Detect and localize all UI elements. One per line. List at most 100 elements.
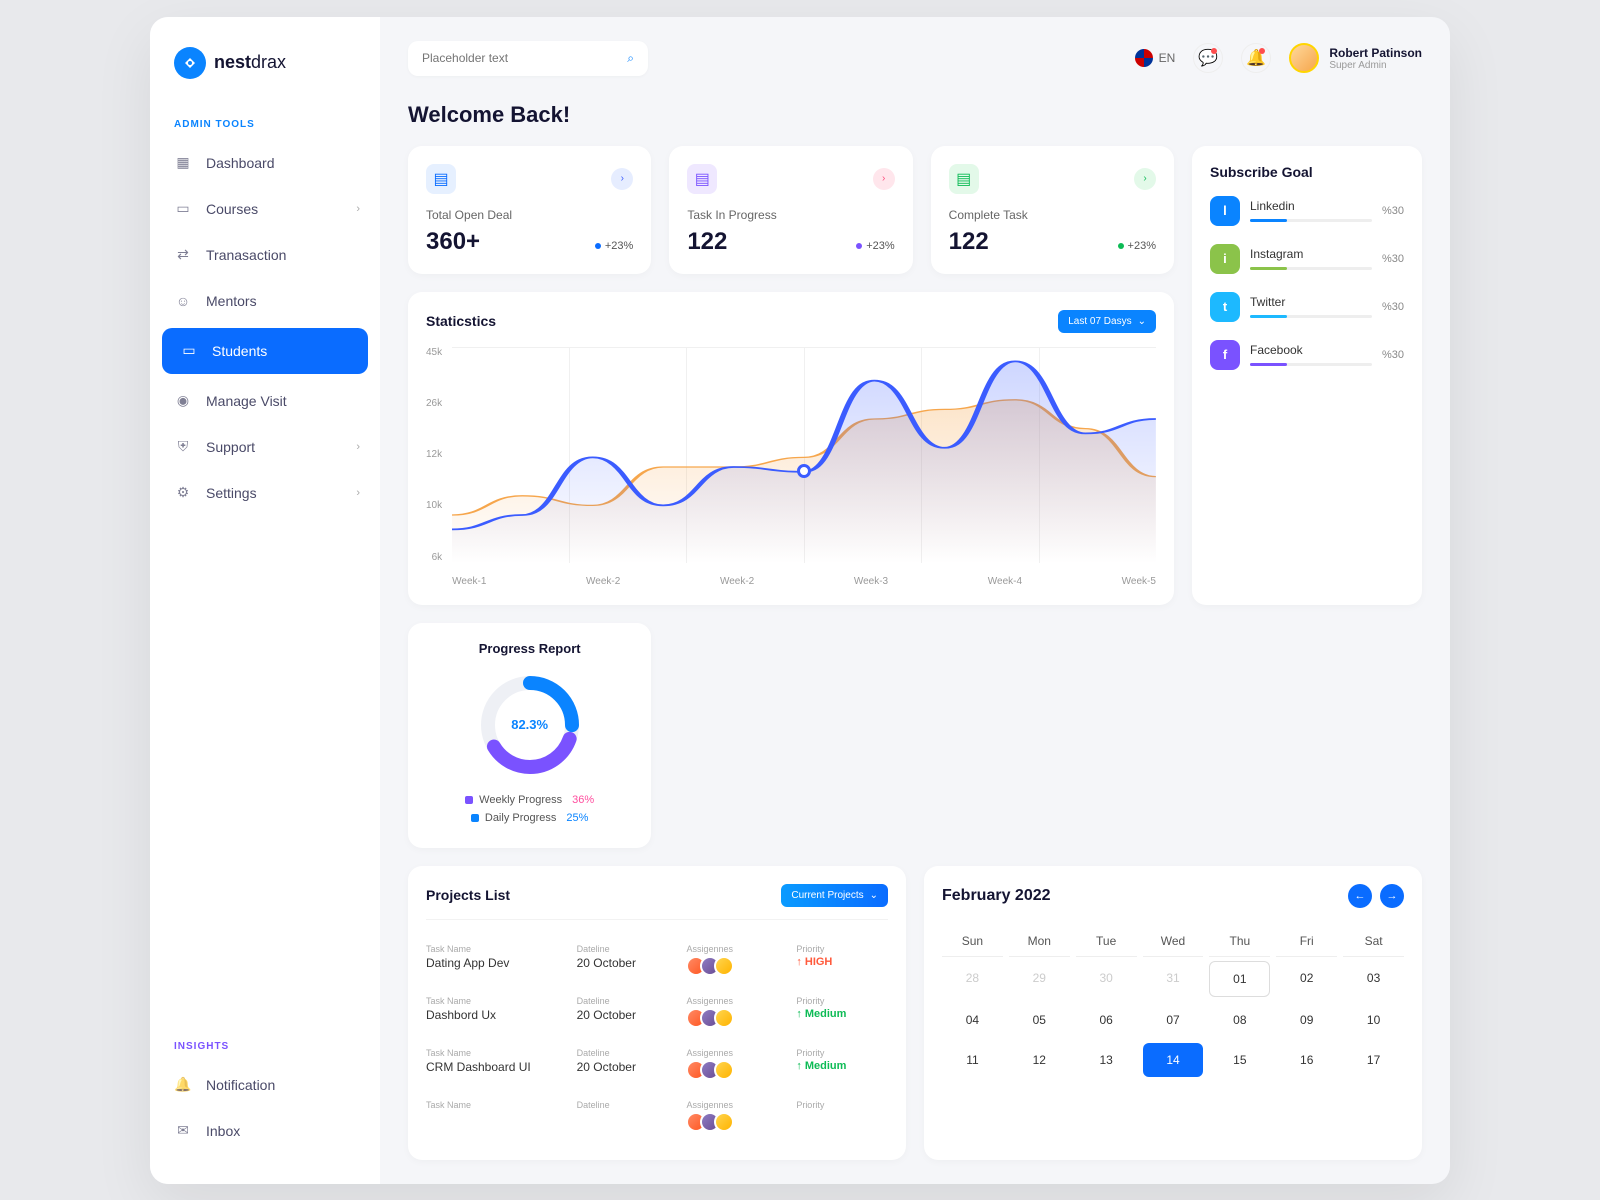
stat-label: Task In Progress: [687, 208, 894, 222]
calendar-next-button[interactable]: →: [1380, 884, 1404, 908]
subscribe-name: Instagram: [1250, 247, 1372, 261]
calendar-prev-button[interactable]: ←: [1348, 884, 1372, 908]
calendar-day[interactable]: 31: [1143, 961, 1204, 997]
nav-icon: 🔔: [174, 1076, 192, 1094]
stat-arrow-button[interactable]: ›: [873, 168, 895, 190]
projects-filter-dropdown[interactable]: Current Projects ⌄: [781, 884, 888, 907]
sidebar-item-notification[interactable]: 🔔 Notification: [150, 1062, 380, 1108]
sidebar-item-students[interactable]: ▭Students: [162, 328, 368, 374]
y-tick: 12k: [426, 449, 442, 460]
project-row[interactable]: Task Name Dateline Assigennes Priority: [426, 1090, 888, 1142]
calendar-day[interactable]: 30: [1076, 961, 1137, 997]
search-input[interactable]: [422, 51, 627, 65]
calendar-day[interactable]: 29: [1009, 961, 1070, 997]
calendar-day[interactable]: 12: [1009, 1043, 1070, 1077]
subscribe-item-instagram: i Instagram %30: [1210, 244, 1404, 274]
chevron-down-icon: ⌄: [870, 890, 878, 901]
projects-filter-label: Current Projects: [791, 890, 863, 901]
sidebar-item-label: Notification: [206, 1077, 275, 1093]
messages-button[interactable]: 💬: [1193, 43, 1223, 73]
subscribe-percent: %30: [1382, 301, 1404, 313]
calendar-day[interactable]: 07: [1143, 1003, 1204, 1037]
calendar-day[interactable]: 15: [1209, 1043, 1270, 1077]
x-tick: Week-1: [452, 576, 486, 587]
period-label: Last 07 Dasys: [1068, 316, 1131, 327]
social-icon: t: [1210, 292, 1240, 322]
subscribe-name: Twitter: [1250, 295, 1372, 309]
sidebar-item-dashboard[interactable]: ▦Dashboard: [150, 140, 380, 186]
stat-arrow-button[interactable]: ›: [611, 168, 633, 190]
progress-title: Progress Report: [426, 641, 633, 656]
calendar-day[interactable]: 03: [1343, 961, 1404, 997]
progress-donut: 82.3%: [475, 670, 585, 780]
calendar-day[interactable]: 28: [942, 961, 1003, 997]
app-shell: nestdrax ADMIN TOOLS ▦Dashboard▭Courses›…: [150, 17, 1450, 1184]
topbar: ⌕ EN 💬 🔔 Robert Patinson Super Admin: [408, 41, 1422, 76]
subscribe-item-twitter: t Twitter %30: [1210, 292, 1404, 322]
stat-icon: ▤: [687, 164, 717, 194]
stat-card-task-progress: ▤ › Task In Progress 122 +23%: [669, 146, 912, 274]
calendar-dayhead: Thu: [1209, 926, 1270, 957]
sidebar-item-label: Students: [212, 343, 267, 359]
social-icon: l: [1210, 196, 1240, 226]
project-row[interactable]: Task NameCRM Dashboard UI Dateline20 Oct…: [426, 1038, 888, 1090]
calendar-day[interactable]: 11: [942, 1043, 1003, 1077]
project-row[interactable]: Task NameDashbord Ux Dateline20 October …: [426, 986, 888, 1038]
user-role: Super Admin: [1329, 60, 1422, 71]
calendar-dayhead: Sat: [1343, 926, 1404, 957]
statistics-title: Staticstics: [426, 313, 496, 329]
y-tick: 10k: [426, 500, 442, 511]
period-dropdown[interactable]: Last 07 Dasys ⌄: [1058, 310, 1156, 333]
calendar-day[interactable]: 01: [1209, 961, 1270, 997]
stat-value: 122: [687, 228, 727, 256]
projects-list-card: Projects List Current Projects ⌄ Task Na…: [408, 866, 906, 1160]
nav-icon: ⛨: [174, 438, 192, 456]
sidebar-item-mentors[interactable]: ☺Mentors: [150, 278, 380, 324]
calendar-day[interactable]: 02: [1276, 961, 1337, 997]
sidebar-item-courses[interactable]: ▭Courses›: [150, 186, 380, 232]
calendar-day[interactable]: 06: [1076, 1003, 1137, 1037]
x-tick: Week-2: [586, 576, 620, 587]
search-icon: ⌕: [627, 51, 634, 66]
stat-arrow-button[interactable]: ›: [1134, 168, 1156, 190]
calendar-dayhead: Fri: [1276, 926, 1337, 957]
language-switch[interactable]: EN: [1135, 49, 1176, 67]
calendar-day[interactable]: 05: [1009, 1003, 1070, 1037]
sidebar-item-label: Mentors: [206, 293, 257, 309]
calendar-day[interactable]: 08: [1209, 1003, 1270, 1037]
stat-value: 122: [949, 228, 989, 256]
sidebar-section-admin: ADMIN TOOLS: [150, 109, 380, 140]
chevron-right-icon: ›: [356, 203, 360, 215]
calendar-title: February 2022: [942, 887, 1051, 905]
calendar-day[interactable]: 10: [1343, 1003, 1404, 1037]
sidebar-item-manage-visit[interactable]: ◉Manage Visit: [150, 378, 380, 424]
sidebar-item-support[interactable]: ⛨Support›: [150, 424, 380, 470]
sidebar-item-settings[interactable]: ⚙Settings›: [150, 470, 380, 516]
stat-label: Total Open Deal: [426, 208, 633, 222]
avatar: [1289, 43, 1319, 73]
calendar-day[interactable]: 14: [1143, 1043, 1204, 1077]
x-tick: Week-5: [1122, 576, 1156, 587]
calendar-day[interactable]: 13: [1076, 1043, 1137, 1077]
y-tick: 6k: [426, 552, 442, 563]
project-row[interactable]: Task NameDating App Dev Dateline20 Octob…: [426, 934, 888, 986]
sidebar-section-insights: INSIGHTS: [150, 1031, 380, 1062]
sidebar-item-inbox[interactable]: ✉Inbox: [150, 1108, 380, 1154]
stat-label: Complete Task: [949, 208, 1156, 222]
calendar-day[interactable]: 16: [1276, 1043, 1337, 1077]
subscribe-item-linkedin: l Linkedin %30: [1210, 196, 1404, 226]
nav-icon: ▭: [174, 200, 192, 218]
sidebar-item-tranasaction[interactable]: ⇄Tranasaction: [150, 232, 380, 278]
notifications-button[interactable]: 🔔: [1241, 43, 1271, 73]
stat-card-complete-task: ▤ › Complete Task 122 +23%: [931, 146, 1174, 274]
main-content: ⌕ EN 💬 🔔 Robert Patinson Super Admin W: [380, 17, 1450, 1184]
search-box[interactable]: ⌕: [408, 41, 648, 76]
brand-logo[interactable]: nestdrax: [150, 47, 380, 109]
calendar-day[interactable]: 17: [1343, 1043, 1404, 1077]
stat-card-open-deal: ▤ › Total Open Deal 360+ +23%: [408, 146, 651, 274]
chevron-right-icon: ›: [356, 441, 360, 453]
user-menu[interactable]: Robert Patinson Super Admin: [1289, 43, 1422, 73]
calendar-day[interactable]: 04: [942, 1003, 1003, 1037]
calendar-day[interactable]: 09: [1276, 1003, 1337, 1037]
nav-icon: ◉: [174, 392, 192, 410]
